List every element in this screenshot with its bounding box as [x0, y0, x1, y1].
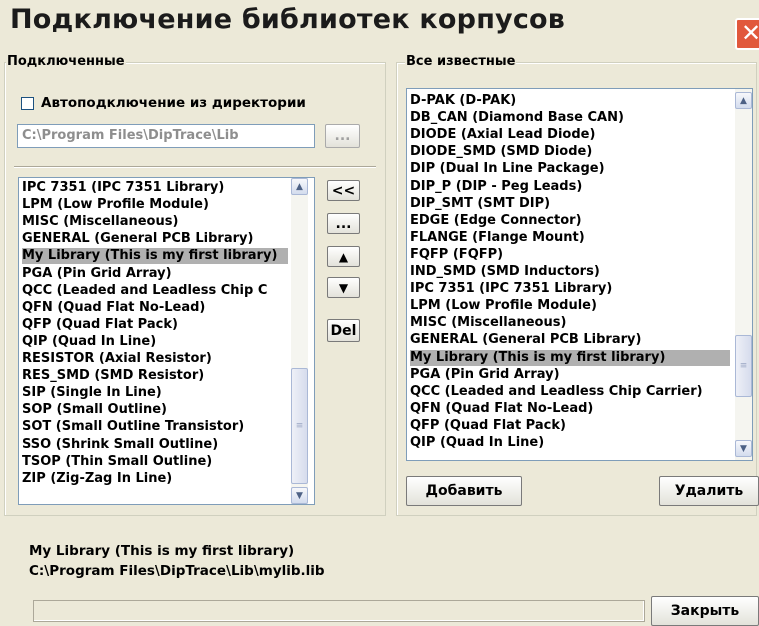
scroll-up-icon: ▲ — [740, 95, 747, 106]
close-icon: ✕ — [740, 19, 759, 47]
scroll-up-button[interactable]: ▲ — [735, 92, 752, 109]
list-item[interactable]: QFP (Quad Flat Pack) — [22, 317, 288, 333]
list-item[interactable]: EDGE (Edge Connector) — [410, 213, 730, 229]
scroll-up-button[interactable]: ▲ — [291, 178, 308, 195]
list-item[interactable]: SIP (Single In Line) — [22, 385, 288, 401]
list-item[interactable]: QIP (Quad In Line) — [410, 435, 730, 451]
list-item[interactable]: D-PAK (D-PAK) — [410, 93, 730, 109]
list-item[interactable]: ZIP (Zig-Zag In Line) — [22, 471, 288, 487]
list-item[interactable]: SOP (Small Outline) — [22, 402, 288, 418]
scroll-down-icon: ▼ — [740, 443, 747, 454]
connected-libraries-list[interactable]: IPC 7351 (IPC 7351 Library) LPM (Low Prof… — [18, 177, 315, 505]
all-known-group-label: Все известные — [405, 54, 517, 69]
list-item[interactable]: LPM (Low Profile Module) — [410, 298, 730, 314]
list-item[interactable]: GENERAL (General PCB Library) — [410, 332, 730, 348]
close-button[interactable]: Закрыть — [651, 596, 759, 626]
list-item[interactable]: QIP (Quad In Line) — [22, 334, 288, 350]
autoconnect-checkbox[interactable] — [21, 97, 34, 110]
list-item[interactable]: RESISTOR (Axial Resistor) — [22, 351, 288, 367]
connected-group-label: Подключенные — [6, 54, 126, 69]
list-item[interactable]: TSOP (Thin Small Outline) — [22, 454, 288, 470]
list-item[interactable]: DIODE (Axial Lead Diode) — [410, 127, 730, 143]
list-item[interactable]: DB_CAN (Diamond Base CAN) — [410, 110, 730, 126]
list-item[interactable]: IND_SMD (SMD Inductors) — [410, 264, 730, 280]
autoconnect-label[interactable]: Автоподключение из директории — [41, 95, 306, 111]
list-item[interactable]: QFN (Quad Flat No-Lead) — [22, 300, 288, 316]
move-up-icon: ▲ — [338, 249, 349, 264]
list-item[interactable]: FLANGE (Flange Mount) — [410, 230, 730, 246]
selected-library-path: C:\Program Files\DipTrace\Lib\mylib.lib — [29, 563, 325, 579]
all-libraries-list[interactable]: D-PAK (D-PAK) DB_CAN (Diamond Base CAN) DI… — [406, 88, 753, 461]
list-item[interactable]: DIP_SMT (SMT DIP) — [410, 196, 730, 212]
selected-library-name: My Library (This is my first library) — [29, 543, 295, 559]
status-panel — [33, 600, 645, 622]
move-up-button[interactable]: ▲ — [327, 246, 360, 267]
list-item[interactable]: SSO (Shrink Small Outline) — [22, 437, 288, 453]
scroll-down-button[interactable]: ▼ — [291, 487, 308, 504]
library-directory-field[interactable]: C:\Program Files\DipTrace\Lib — [17, 124, 315, 148]
list-item[interactable]: FQFP (FQFP) — [410, 247, 730, 263]
scroll-thumb[interactable]: ≡ — [291, 368, 308, 484]
list-item[interactable]: MISC (Miscellaneous) — [410, 315, 730, 331]
scroll-thumb[interactable]: ≡ — [735, 335, 752, 397]
list-item[interactable]: GENERAL (General PCB Library) — [22, 231, 288, 247]
list-item[interactable]: RES_SMD (SMD Resistor) — [22, 368, 288, 384]
move-down-button[interactable]: ▼ — [327, 277, 360, 298]
left-separator — [14, 166, 376, 168]
list-item[interactable]: My Library (This is my first library) — [410, 349, 730, 366]
move-down-icon: ▼ — [338, 280, 349, 295]
add-to-connected-button[interactable]: << — [327, 180, 360, 201]
list-item[interactable]: My Library (This is my first library) — [22, 248, 288, 265]
list-item[interactable]: IPC 7351 (IPC 7351 Library) — [22, 180, 288, 196]
list-item[interactable]: PGA (Pin Grid Array) — [22, 266, 288, 282]
list-item[interactable]: DIODE_SMD (SMD Diode) — [410, 144, 730, 160]
remove-library-button[interactable]: Удалить — [659, 476, 759, 506]
list-item[interactable]: QCC (Leaded and Leadless Chip C — [22, 283, 288, 299]
delete-button[interactable]: Del — [327, 319, 360, 342]
directory-browse-button[interactable]: ... — [325, 124, 360, 148]
list-item[interactable]: DIP (Dual In Line Package) — [410, 161, 730, 177]
all-list-scrollbar[interactable]: ▲ ≡ ▼ — [735, 89, 752, 460]
list-item[interactable]: IPC 7351 (IPC 7351 Library) — [410, 281, 730, 297]
connected-list-scrollbar[interactable]: ▲ ≡ ▼ — [291, 178, 308, 504]
scroll-down-icon: ▼ — [296, 490, 303, 501]
add-library-button[interactable]: Добавить — [406, 476, 522, 506]
scroll-up-icon: ▲ — [296, 181, 303, 192]
list-item[interactable]: QCC (Leaded and Leadless Chip Carrier) — [410, 384, 730, 400]
dialog-title: Подключение библиотек корпусов — [10, 4, 566, 35]
list-item[interactable]: DIP_P (DIP - Peg Leads) — [410, 179, 730, 195]
list-item[interactable]: PGA (Pin Grid Array) — [410, 367, 730, 383]
close-window-button[interactable]: ✕ — [735, 18, 759, 50]
scroll-down-button[interactable]: ▼ — [735, 440, 752, 457]
list-item[interactable]: QFP (Quad Flat Pack) — [410, 418, 730, 434]
list-item[interactable]: MISC (Miscellaneous) — [22, 214, 288, 230]
list-item[interactable]: LPM (Low Profile Module) — [22, 197, 288, 213]
library-browse-button[interactable]: ... — [327, 213, 360, 234]
list-item[interactable]: SOT (Small Outline Transistor) — [22, 419, 288, 435]
list-item[interactable]: QFN (Quad Flat No-Lead) — [410, 401, 730, 417]
